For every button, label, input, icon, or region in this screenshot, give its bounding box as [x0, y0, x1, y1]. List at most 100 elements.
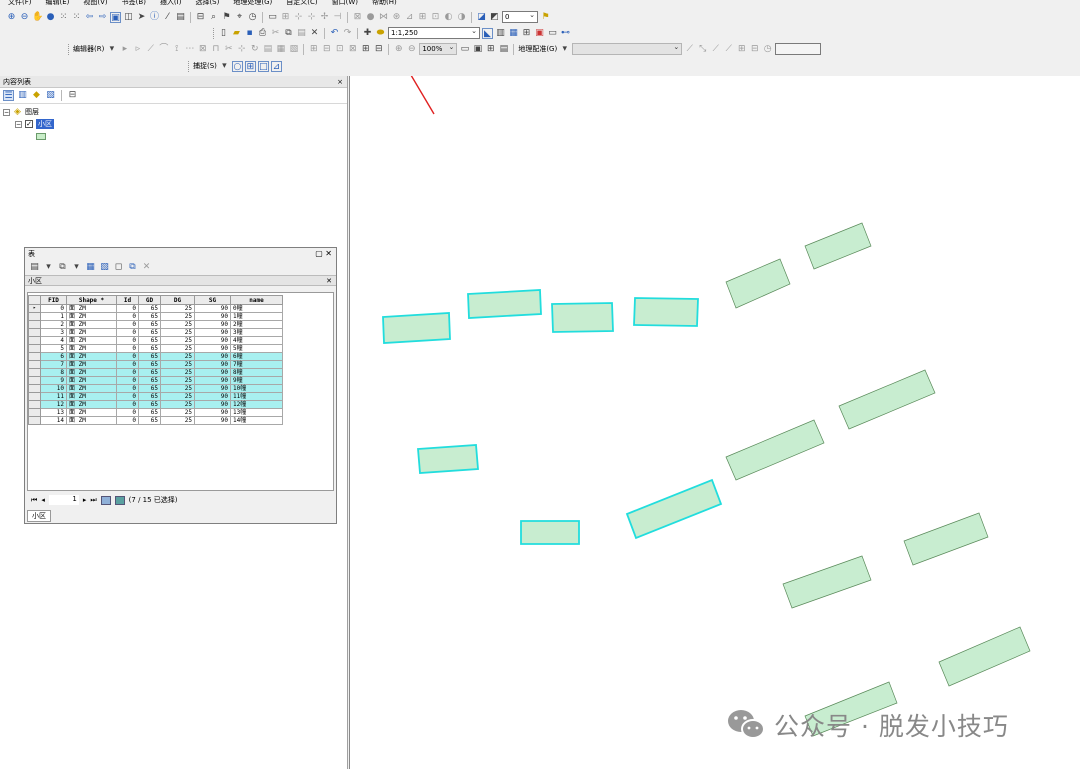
table-of-contents-icon[interactable]: ▥	[495, 28, 506, 39]
model-builder-icon[interactable]: ⊷	[560, 28, 571, 39]
table-row[interactable]: 10 面 ZM 0 65 25 90 10幢	[28, 384, 283, 393]
table-cell-sg[interactable]: 90	[194, 360, 231, 369]
table-cell-dg[interactable]: 25	[160, 400, 195, 409]
full-extent-icon[interactable]: ●	[45, 12, 56, 23]
forward-extent-icon[interactable]: ⇨	[97, 12, 108, 23]
row-selector[interactable]	[28, 312, 41, 321]
table-cell-fid[interactable]: 9	[40, 376, 67, 385]
toolbar-grip[interactable]	[68, 43, 71, 55]
table-row[interactable]: 8面 ZM 0 65 25 90 8幢	[28, 368, 283, 377]
column-header[interactable]: Id	[116, 295, 139, 305]
table-cell-gd[interactable]: 65	[138, 304, 161, 313]
find-icon[interactable]: ⌕	[208, 12, 219, 23]
toc-close-button[interactable]: ×	[337, 76, 343, 88]
building-polygon[interactable]	[725, 258, 791, 309]
edge-snapping-icon[interactable]: ⊿	[270, 60, 282, 72]
row-selector[interactable]	[28, 328, 41, 337]
table-cell-fid[interactable]: 3	[40, 328, 67, 337]
find-route-icon[interactable]: ⚑	[221, 12, 232, 23]
table-cell-sg[interactable]: 90	[194, 304, 231, 313]
table-cell-id[interactable]: 0	[116, 352, 139, 361]
pan-icon[interactable]: ✋	[32, 12, 43, 23]
new-document-icon[interactable]: ▯	[218, 28, 229, 39]
table-cell-shape[interactable]: 面 ZM	[66, 400, 117, 409]
table-cell-dg[interactable]: 25	[160, 320, 195, 329]
row-selector[interactable]	[28, 392, 41, 401]
row-selector[interactable]	[28, 368, 41, 377]
catalog-icon[interactable]: ▦	[508, 28, 519, 39]
table-cell-fid[interactable]: 8	[40, 368, 67, 377]
building-polygon[interactable]	[804, 222, 872, 270]
building-polygon[interactable]	[725, 419, 825, 481]
tree-row-layer[interactable]: − ✓ 小区	[3, 118, 54, 130]
table-cell-fid[interactable]: 13	[40, 408, 67, 417]
table-row[interactable]: 7面 ZM 0 65 25 90 7幢	[28, 360, 283, 369]
select-by-attributes-icon[interactable]: ▦	[85, 262, 96, 273]
table-cell-sg[interactable]: 90	[194, 352, 231, 361]
select-elements-icon[interactable]: ➤	[136, 12, 147, 23]
table-cell-gd[interactable]: 65	[138, 328, 161, 337]
table-row[interactable]: 13 面 ZM 0 65 25 90 13幢	[28, 408, 283, 417]
vertex-snapping-icon[interactable]: □	[257, 60, 269, 72]
flag-icon[interactable]: ⚑	[540, 12, 551, 23]
table-row[interactable]: 14 面 ZM 0 65 25 90 14幢	[28, 416, 283, 425]
table-cell-name[interactable]: 13幢	[230, 408, 283, 417]
show-selected-records-icon[interactable]	[114, 495, 125, 505]
table-cell-id[interactable]: 0	[116, 376, 139, 385]
table-cell-sg[interactable]: 90	[194, 344, 231, 353]
building-polygon[interactable]	[903, 512, 989, 566]
table-cell-gd[interactable]: 65	[138, 320, 161, 329]
row-selector[interactable]: ▸	[28, 304, 41, 313]
table-cell-sg[interactable]: 90	[194, 368, 231, 377]
table-cell-gd[interactable]: 65	[138, 384, 161, 393]
table-cell-id[interactable]: 0	[116, 344, 139, 353]
table-cell-shape[interactable]: 面 ZM	[66, 360, 117, 369]
table-cell-name[interactable]: 12幢	[230, 400, 283, 409]
table-cell-name[interactable]: 2幢	[230, 320, 283, 329]
selected-building-polygon[interactable]	[520, 520, 580, 545]
row-selector[interactable]	[28, 400, 41, 409]
focus-frame-icon[interactable]: ▣	[472, 44, 483, 55]
list-by-selection-icon[interactable]: ▧	[45, 90, 56, 101]
column-header[interactable]: DG	[160, 295, 195, 305]
change-layout-icon[interactable]: ⊞	[485, 44, 496, 55]
table-cell-sg[interactable]: 90	[194, 328, 231, 337]
table-cell-fid[interactable]: 4	[40, 336, 67, 345]
table-cell-id[interactable]: 0	[116, 304, 139, 313]
table-cell-sg[interactable]: 90	[194, 312, 231, 321]
table-cell-gd[interactable]: 65	[138, 376, 161, 385]
table-cell-fid[interactable]: 10	[40, 384, 67, 393]
table-row[interactable]: ▸ 0 面 ZM 0 65 25 90 0幢	[28, 304, 283, 313]
map-view[interactable]	[349, 76, 1080, 769]
menu-item[interactable]: 视图(V)	[83, 0, 107, 7]
row-selector[interactable]	[28, 344, 41, 353]
building-polygon[interactable]	[838, 369, 936, 430]
table-row[interactable]: 9面 ZM 0 65 25 90 9幢	[28, 376, 283, 385]
fixed-zoom-out-icon[interactable]: ⁙	[71, 12, 82, 23]
html-popup-icon[interactable]: ▤	[175, 12, 186, 23]
toc-options-icon[interactable]: ⊟	[67, 90, 78, 101]
table-cell-dg[interactable]: 25	[160, 416, 195, 425]
table-tab[interactable]: 小区	[27, 510, 51, 522]
reference-scale-combo[interactable]: 0 ⌄	[502, 11, 538, 23]
layer-label[interactable]: 小区	[36, 119, 54, 129]
tree-row-root[interactable]: − ◈ 图层	[3, 106, 54, 118]
editor-toolbar-icon[interactable]: ◣	[482, 27, 493, 39]
back-extent-icon[interactable]: ⇦	[84, 12, 95, 23]
table-cell-shape[interactable]: 面 ZM	[66, 344, 117, 353]
table-cell-sg[interactable]: 90	[194, 336, 231, 345]
map-scale-combo[interactable]: 1:1,250 ⌄	[388, 27, 480, 39]
table-cell-dg[interactable]: 25	[160, 360, 195, 369]
table-cell-id[interactable]: 0	[116, 312, 139, 321]
last-record-icon[interactable]: ⏭	[90, 496, 96, 505]
table-cell-sg[interactable]: 90	[194, 376, 231, 385]
zoom-in-icon[interactable]: ⊕	[6, 12, 17, 23]
layer-view-icon[interactable]: ◪	[476, 12, 487, 23]
row-selector[interactable]	[28, 352, 41, 361]
hyperlink-icon[interactable]: ⁄	[162, 12, 173, 23]
add-basemap-icon[interactable]: ⬬	[375, 28, 386, 39]
next-record-icon[interactable]: ▸	[83, 496, 87, 504]
table-cell-dg[interactable]: 25	[160, 376, 195, 385]
table-row[interactable]: 3面 ZM 0 65 25 90 3幢	[28, 328, 283, 337]
search-window-icon[interactable]: ⊞	[521, 28, 532, 39]
